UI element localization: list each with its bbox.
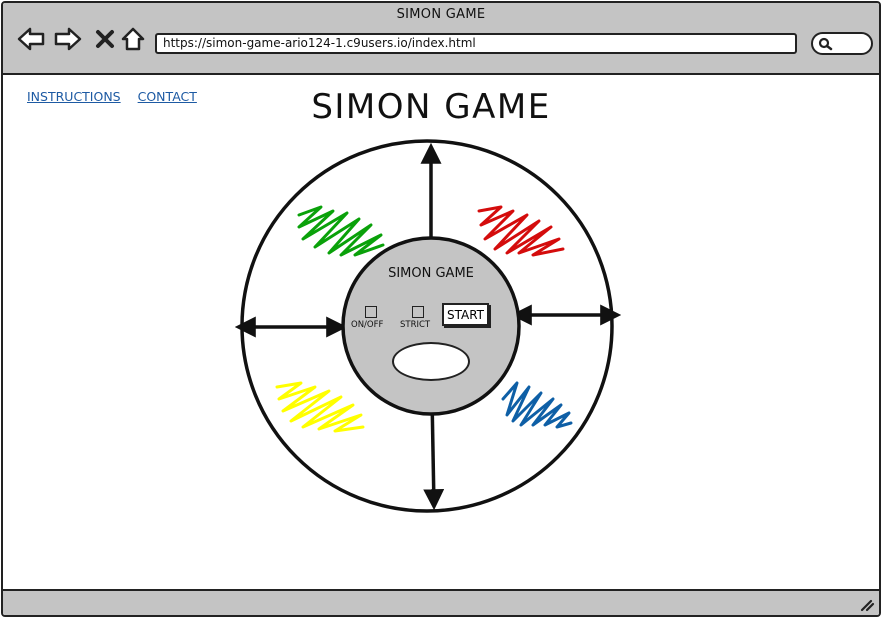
strict-label: STRICT [400,320,431,330]
status-bar [3,589,879,615]
on-off-label: ON/OFF [351,320,384,330]
start-button[interactable]: START [442,303,489,326]
console-title: SIMON GAME [388,266,474,281]
on-off-switch[interactable] [365,306,377,318]
resize-grip-icon[interactable] [859,598,875,612]
strict-switch[interactable] [412,306,424,318]
browser-window: SIMON GAME https://simon-game-ario124-1.… [1,1,881,617]
count-display [392,342,470,381]
